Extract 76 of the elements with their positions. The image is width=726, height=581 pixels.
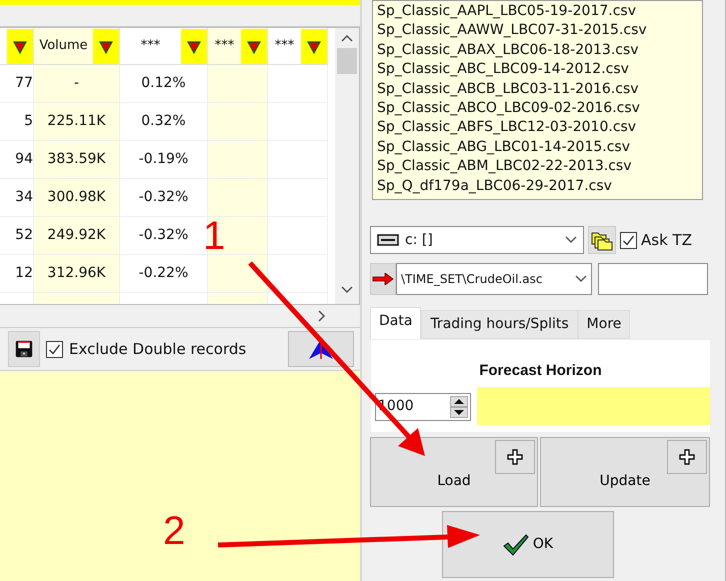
filter-button[interactable] [181,29,207,64]
down-chevron-icon [341,286,353,294]
file-item[interactable]: Sp_Classic_ABG_LBC01-14-2015.csv [377,138,698,158]
table-cell [208,141,268,179]
plus-icon [507,449,523,465]
folder-button[interactable] [588,226,616,254]
file-item[interactable]: Sp_Classic_ABAX_LBC06-18-2013.csv [377,40,698,60]
column-title: *** [274,37,294,56]
table-cell [268,103,328,141]
checkbox[interactable] [620,232,637,248]
annotation-number: 2 [163,511,186,551]
checkbox[interactable] [46,340,63,358]
filter-button[interactable] [301,29,327,64]
column-title: *** [140,37,160,56]
tab[interactable]: More [578,310,630,339]
dropdown-value: c: [] [405,230,433,250]
drive-icon [377,234,399,246]
table-cell [268,217,328,255]
navigation-button[interactable] [288,331,354,367]
table-cell: 225.11K [34,103,120,141]
filter-button[interactable] [7,29,33,64]
drive-dropdown[interactable]: c: [] [370,226,584,254]
down-triangle-icon [247,40,261,54]
save-button[interactable] [8,331,40,367]
table-cell: 249.92K [34,217,120,255]
file-item[interactable]: Sp_Classic_ABFS_LBC12-03-2010.csv [377,118,698,138]
right-chevron-icon [318,310,326,322]
column-title: *** [214,37,234,56]
load-button[interactable]: Load [370,437,538,507]
table-cell [268,141,328,179]
checkbox-label: Exclude Double records [69,338,246,360]
table-cell: 383.59K [34,141,120,179]
table-cell: 300.98K [34,179,120,217]
right-arrow-icon [372,273,394,285]
table-cell [208,179,268,217]
path-dropdown[interactable]: \TIME_SET\CrudeOil.asc [396,263,592,295]
tab[interactable]: Trading hours/Splits [421,310,578,339]
file-item[interactable]: Sp_Classic_AAPL_LBC05-19-2017.csv [377,2,698,22]
table-cell: 312.96K [34,255,120,293]
chevron-icon [575,275,587,283]
plus-button[interactable] [495,440,535,474]
filter-button[interactable] [93,29,119,64]
section-title: Forecast Horizon [478,361,603,381]
down-triangle-icon [307,40,321,54]
filter-button[interactable] [241,29,267,64]
scroll-thumb[interactable] [337,48,357,74]
scrollbar[interactable] [335,28,359,304]
arrow-button[interactable] [370,263,396,295]
file-item[interactable]: Sp_Q_df179a_LBC06-29-2017.csv [377,176,698,196]
table-cell: - [34,65,120,103]
table-cell [208,255,268,293]
text-field[interactable] [598,263,708,295]
tab[interactable]: Data [370,307,422,339]
down-triangle-icon [187,40,201,54]
file-item[interactable]: Sp_Classic_ABCB_LBC03-11-2016.csv [377,80,698,100]
file-item[interactable]: Sp_Classic_ABCO_LBC09-02-2016.csv [377,99,698,118]
chevron-icon [565,236,577,244]
table-cell [208,217,268,255]
table-cell [268,179,328,217]
update-button[interactable]: Update [540,437,710,507]
table-cell [268,255,328,293]
dropdown-value: \TIME_SET\CrudeOil.asc [401,271,542,288]
up-down-arrows-icon [450,396,468,418]
up-chevron-icon [341,34,353,42]
column-title: Volume [39,37,88,56]
ok-button[interactable]: OK [442,511,614,578]
table-cell [208,103,268,141]
down-triangle-icon [99,40,113,54]
file-item[interactable]: Sp_Classic_ABC_LBC09-14-2012.csv [377,60,698,80]
checkmark-icon [502,534,529,556]
checkbox-label: Ask TZ [641,230,692,251]
plus-button[interactable] [667,440,707,474]
plus-icon [679,449,695,465]
file-item[interactable]: Sp_Classic_ABM_LBC02-22-2013.csv [377,157,698,177]
down-triangle-icon [13,40,27,54]
file-item[interactable]: Sp_Classic_AAWW_LBC07-31-2015.csv [377,21,698,41]
